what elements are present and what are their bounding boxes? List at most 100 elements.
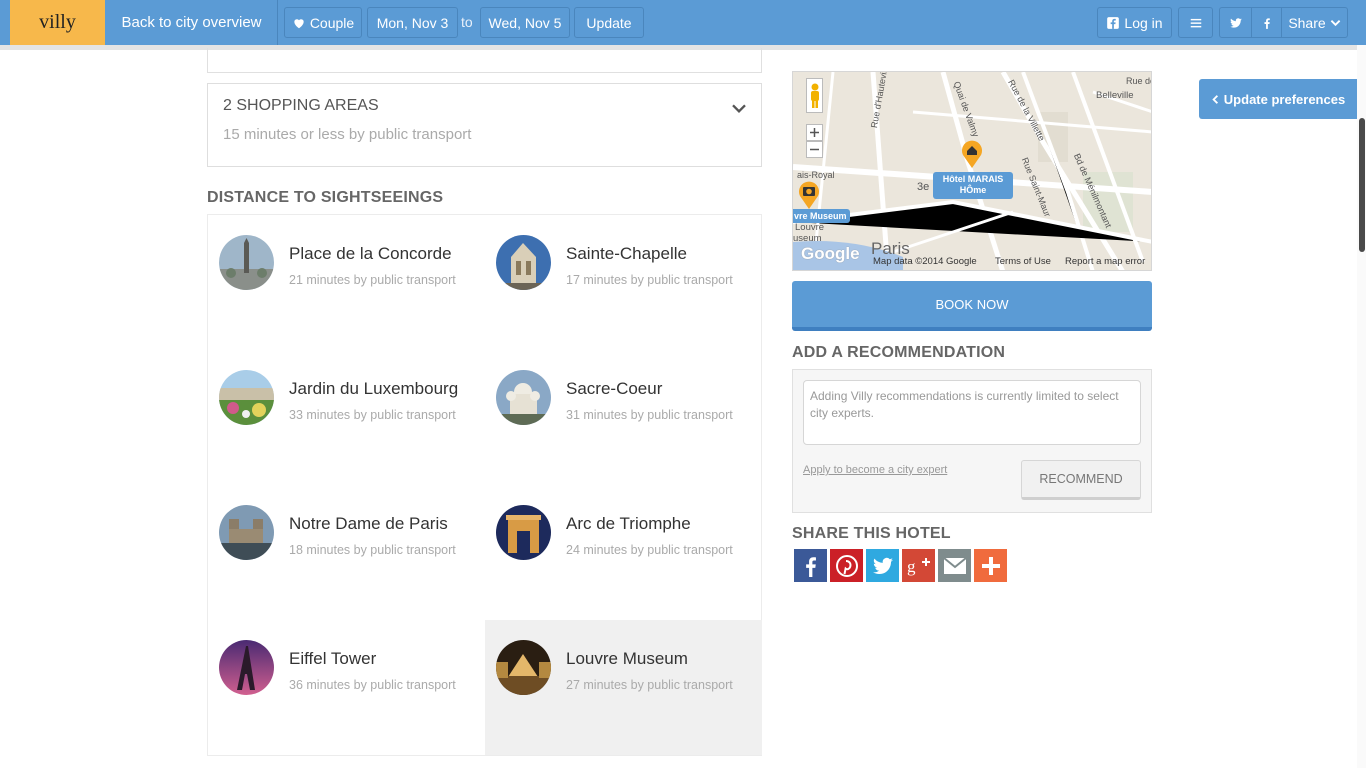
map-report-error-link[interactable]: Report a map error [1065,256,1145,267]
share-section-title: SHARE THIS HOTEL [792,525,951,542]
map-poi-label: useum [793,233,822,244]
update-preferences-button[interactable]: Update preferences [1199,79,1357,119]
pinterest-icon [835,554,858,577]
sight-name: Arc de Triomphe [566,514,691,533]
sight-time: 24 minutes by public transport [566,543,733,557]
share-label: Share [1288,14,1326,31]
chevron-down-icon[interactable] [731,100,747,116]
sight-place-de-la-concorde[interactable]: Place de la Concorde 21 minutes by publi… [208,215,485,350]
sight-photo [496,370,551,425]
pegman-icon [810,83,819,108]
recommendation-box: Adding Villy recommendations is currentl… [792,369,1152,513]
sightseeing-section-title: DISTANCE TO SIGHTSEEINGS [207,189,444,206]
sight-time: 27 minutes by public transport [566,678,733,692]
twitter-icon [872,557,893,574]
shopping-areas-subtitle: 15 minutes or less by public transport [223,126,472,143]
street-label: Belleville [1096,90,1134,101]
hotel-location-map[interactable]: Rue d'Hauteville Quai de Valmy Rue de la… [792,71,1152,271]
street-view-pegman-button[interactable] [806,78,823,113]
sight-notre-dame[interactable]: Notre Dame de Paris 18 minutes by public… [208,485,485,620]
page-scrollbar-thumb[interactable] [1359,118,1365,252]
sight-photo [219,640,274,695]
chevron-down-icon [1330,20,1340,27]
zoom-in-button[interactable] [806,124,823,141]
sight-photo [219,370,274,425]
sight-louvre-museum[interactable]: Louvre Museum 27 minutes by public trans… [485,620,762,755]
heart-icon [294,18,304,28]
svg-text:g: g [907,557,916,576]
login-button[interactable]: Log in [1097,7,1172,38]
sight-jardin-du-luxembourg[interactable]: Jardin du Luxembourg 33 minutes by publi… [208,350,485,485]
street-label: Rue de [1126,76,1151,86]
sight-name: Eiffel Tower [289,649,377,668]
sight-sainte-chapelle[interactable]: Sainte-Chapelle 17 minutes by public tra… [485,215,762,350]
top-navbar: villy Back to city overview Couple Mon, … [0,0,1366,45]
checkout-date-button[interactable]: Wed, Nov 5 [480,7,570,38]
facebook-icon [1107,16,1120,29]
twitter-share-icon[interactable] [866,549,899,582]
shopping-areas-title: 2 SHOPPING AREAS [223,97,379,114]
shopping-areas-panel[interactable]: 2 SHOPPING AREAS 15 minutes or less by p… [207,83,762,167]
plus-icon [810,128,819,137]
museum-marker-label[interactable]: vre Museum [793,209,850,223]
facebook-icon [805,556,816,577]
date-separator: to [461,14,473,30]
envelope-icon [942,556,967,574]
hotel-marker-label[interactable]: Hôtel MARAIS HÔme [933,172,1013,199]
minus-icon [810,148,819,151]
sight-name: Sainte-Chapelle [566,244,687,263]
sight-name: Notre Dame de Paris [289,514,448,533]
traveler-type-button[interactable]: Couple [284,7,362,38]
sight-time: 33 minutes by public transport [289,408,456,422]
pinterest-share-icon[interactable] [830,549,863,582]
zoom-out-button[interactable] [806,141,823,158]
sight-arc-de-triomphe[interactable]: Arc de Triomphe 24 minutes by public tra… [485,485,762,620]
googleplus-share-icon[interactable]: g [902,549,935,582]
book-now-button[interactable]: BOOK NOW [792,281,1152,331]
sight-time: 17 minutes by public transport [566,273,733,287]
map-poi-label: Louvre [795,222,825,233]
email-share-icon[interactable] [938,549,971,582]
more-share-icon[interactable] [974,549,1007,582]
sight-time: 31 minutes by public transport [566,408,733,422]
sight-photo [496,235,551,290]
hamburger-menu-icon [1190,18,1201,27]
sight-name: Place de la Concorde [289,244,452,263]
sight-time: 36 minutes by public transport [289,678,456,692]
hotel-label-line1: Hôtel MARAIS [942,174,1004,184]
sight-eiffel-tower[interactable]: Eiffel Tower 36 minutes by public transp… [208,620,485,755]
map-terms-link[interactable]: Terms of Use [995,256,1051,267]
sight-name: Louvre Museum [566,649,688,668]
menu-button[interactable] [1178,7,1213,38]
plus-icon [981,556,1000,575]
chevron-left-icon [1212,94,1218,104]
sight-time: 18 minutes by public transport [289,543,456,557]
share-dropdown-button[interactable]: Share [1281,7,1348,38]
camera-marker-icon[interactable] [797,179,821,209]
back-to-city-overview-link[interactable]: Back to city overview [106,0,278,45]
facebook-f-icon [1263,17,1270,29]
login-label: Log in [1124,14,1163,31]
facebook-share-icon[interactable] [794,549,827,582]
sight-photo [496,640,551,695]
apply-city-expert-link[interactable]: Apply to become a city expert [803,464,947,476]
hotel-marker-icon[interactable] [960,138,984,168]
google-logo: Google [801,244,860,263]
facebook-share-button[interactable] [1251,7,1282,38]
sight-photo [219,505,274,560]
sight-photo [496,505,551,560]
update-dates-button[interactable]: Update [574,7,644,38]
update-preferences-label: Update preferences [1223,91,1346,107]
google-plus-icon: g [907,557,930,576]
map-data-attribution: Map data ©2014 Google [873,256,977,267]
previous-panel-bottom [207,48,762,73]
recommendation-section-title: ADD A RECOMMENDATION [792,344,1006,361]
twitter-share-button[interactable] [1219,7,1252,38]
checkin-date-button[interactable]: Mon, Nov 3 [367,7,458,38]
sight-name: Sacre-Coeur [566,379,663,398]
villy-logo[interactable]: villy [10,0,105,45]
sight-sacre-coeur[interactable]: Sacre-Coeur 31 minutes by public transpo… [485,350,762,485]
recommendation-textarea[interactable]: Adding Villy recommendations is currentl… [803,380,1141,445]
recommend-button[interactable]: RECOMMEND [1021,460,1141,500]
district-label: 3e [917,181,930,193]
